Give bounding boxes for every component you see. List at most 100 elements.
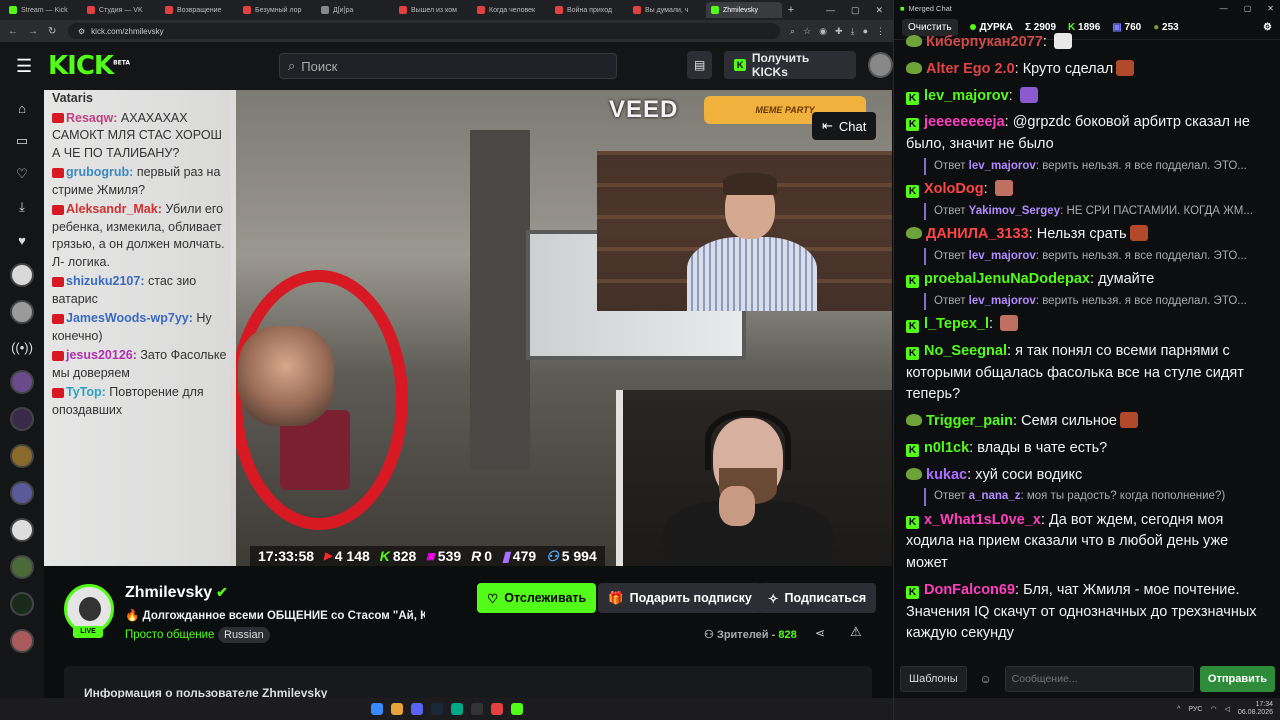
browse-icon[interactable]: ▭ xyxy=(16,131,28,151)
browser-tab[interactable]: Студия — VK xyxy=(82,2,158,18)
chrome-icon[interactable] xyxy=(390,703,403,715)
chat-username[interactable]: XoloDog xyxy=(924,181,984,197)
reply-quote[interactable]: Ответ lev_majorov: верить нельзя. я все … xyxy=(924,157,1264,175)
following-heart-icon[interactable]: ♡ xyxy=(16,164,28,184)
download-icon[interactable]: ⤓ xyxy=(851,26,855,37)
language-tag[interactable]: Russian xyxy=(218,627,270,643)
chat-username[interactable]: x_What1sL0ve_x xyxy=(924,512,1041,528)
browser-tab[interactable]: Вышел из ком xyxy=(394,2,470,18)
extension-icon[interactable]: ◉ xyxy=(819,26,827,37)
clips-icon[interactable]: ⤓ xyxy=(19,197,25,217)
new-tab-button[interactable]: + xyxy=(784,4,798,16)
close-icon[interactable]: ✕ xyxy=(1267,4,1274,13)
recommended-channel-avatar[interactable] xyxy=(10,407,34,431)
volume-icon[interactable]: ◁ xyxy=(1225,705,1230,713)
browser-tab[interactable]: Когда человек xyxy=(472,2,548,18)
get-kicks-button[interactable]: K Получить KICKs xyxy=(724,51,856,79)
recommended-channel-avatar[interactable] xyxy=(10,481,34,505)
bookmark-star-icon[interactable]: ☆ xyxy=(803,26,811,37)
close-icon[interactable]: ✕ xyxy=(875,5,883,16)
share-icon[interactable]: ⋖ xyxy=(815,626,825,640)
maximize-icon[interactable]: ▢ xyxy=(851,5,860,16)
chat-username[interactable]: proebalJenuNaDodepax xyxy=(924,271,1090,287)
site-info-icon[interactable]: ⚙ xyxy=(78,27,85,36)
steam-icon[interactable] xyxy=(430,703,443,715)
chat-username[interactable]: lev_majorov xyxy=(924,88,1009,104)
home-icon[interactable]: ⌂ xyxy=(18,98,26,118)
merged-chat-messages[interactable]: Киберпукан2077: Alter Ego 2.0: Круто сде… xyxy=(894,32,1280,662)
user-avatar[interactable] xyxy=(867,52,893,78)
discord-icon[interactable] xyxy=(410,703,423,715)
recommended-channel-avatar[interactable] xyxy=(10,444,34,468)
browser-tab[interactable]: Stream — Kick xyxy=(4,2,80,18)
recommended-channel-avatar[interactable] xyxy=(10,555,34,579)
chat-username[interactable]: DonFalcon69 xyxy=(924,582,1015,598)
url-field[interactable]: ⚙ kick.com/zhmilevsky xyxy=(68,23,781,39)
browser-tab[interactable]: Д[и]ра xyxy=(316,2,392,18)
chat-username[interactable]: l_Tepex_l xyxy=(924,316,989,332)
reply-quote[interactable]: Ответ lev_majorov: верить нельзя. я все … xyxy=(924,292,1264,310)
follow-button[interactable]: ♡ Отслеживать xyxy=(477,583,597,613)
recommended-channel-avatar[interactable] xyxy=(10,592,34,616)
wifi-icon[interactable]: ◠ xyxy=(1210,705,1216,713)
system-clock[interactable]: 17:34 06.08.2026 xyxy=(1238,701,1273,716)
video-player[interactable]: VEED MEME PARTY ⇤ Chat Vataris Resaqw: АХ… xyxy=(44,90,892,566)
message-input[interactable] xyxy=(1004,666,1194,692)
browser-tab[interactable]: Война приход xyxy=(550,2,626,18)
gift-sub-button[interactable]: 🎁 Подарить подписку xyxy=(598,583,762,613)
hamburger-menu-icon[interactable]: ☰ xyxy=(16,56,48,77)
chat-username[interactable]: ДАНИЛА_3133 xyxy=(926,226,1029,242)
reply-quote[interactable]: Ответ Yakimov_Sergey: НЕ СРИ ПАСТАМИИ. К… xyxy=(924,202,1264,220)
browser-tab[interactable]: Вы думали, ч xyxy=(628,2,704,18)
followed-channel-avatar[interactable] xyxy=(10,263,34,287)
followed-heart-icon[interactable]: ♥ xyxy=(18,230,26,250)
zoom-icon[interactable]: ⌕ xyxy=(790,26,795,37)
chat-username[interactable]: No_Seegnal xyxy=(924,343,1007,359)
back-icon[interactable]: ← xyxy=(8,26,18,37)
maximize-icon[interactable]: ▢ xyxy=(1244,4,1252,13)
app-icon[interactable] xyxy=(490,703,503,715)
stream-category-link[interactable]: Просто общение xyxy=(125,629,214,641)
browser-tab[interactable]: Безумный лор xyxy=(238,2,314,18)
chevron-up-icon[interactable]: ^ xyxy=(1177,706,1180,713)
browser-tab[interactable]: Zhmilevsky xyxy=(706,2,782,18)
chat-username[interactable]: kukac xyxy=(926,467,967,483)
send-button[interactable]: Отправить xyxy=(1199,666,1275,692)
emoji-smile-icon[interactable]: ☺ xyxy=(973,666,999,692)
report-warning-icon[interactable]: ⚠ xyxy=(850,624,862,640)
windows-start-icon[interactable] xyxy=(370,703,383,715)
language-indicator[interactable]: РУС xyxy=(1188,706,1202,713)
puzzle-icon[interactable]: ✚ xyxy=(835,26,843,37)
recommended-channel-avatar[interactable] xyxy=(10,629,34,653)
templates-button[interactable]: Шаблоны xyxy=(900,666,967,692)
minimize-icon[interactable]: — xyxy=(1220,4,1228,13)
chat-username[interactable]: Trigger_pain xyxy=(926,413,1013,429)
reply-quote[interactable]: Ответ lev_majorov: верить нельзя. я все … xyxy=(924,247,1264,265)
chat-username[interactable]: jeeeeeeeeja xyxy=(924,114,1005,130)
twitch-viewers: ▮ 479 xyxy=(502,548,536,565)
channel-name[interactable]: Zhmilevsky ✔ xyxy=(125,584,228,602)
search-input[interactable]: ⌕ Поиск xyxy=(279,53,617,79)
chat-toggle-button[interactable]: ⇤ Chat xyxy=(812,112,877,140)
recommended-channel-avatar[interactable] xyxy=(10,518,34,542)
obs-icon[interactable] xyxy=(470,703,483,715)
reload-icon[interactable]: ↻ xyxy=(48,26,58,37)
app-icon[interactable] xyxy=(450,703,463,715)
profile-icon[interactable]: ● xyxy=(863,26,868,37)
minimize-icon[interactable]: — xyxy=(826,5,835,16)
live-signal-icon[interactable]: ((•)) xyxy=(11,337,33,357)
chat-username[interactable]: n0l1ck xyxy=(924,440,969,456)
subscribe-button[interactable]: ✧ Подписаться xyxy=(758,583,877,613)
kick-logo[interactable]: KICKBETA xyxy=(48,51,130,81)
app-icon[interactable] xyxy=(510,703,523,715)
recommended-channel-avatar[interactable] xyxy=(10,370,34,394)
menu-dots-icon[interactable]: ⋮ xyxy=(876,26,885,37)
browser-tab[interactable]: Возвращение xyxy=(160,2,236,18)
reply-quote[interactable]: Ответ a_nana_z: моя ты радость? когда по… xyxy=(924,488,1264,506)
forward-icon[interactable]: → xyxy=(28,26,38,37)
store-button[interactable]: ▤ xyxy=(687,51,713,79)
total-count: 5 994 xyxy=(561,548,597,564)
chat-username[interactable]: Киберпукан2077 xyxy=(926,34,1043,50)
chat-username[interactable]: Alter Ego 2.0 xyxy=(926,61,1015,77)
followed-channel-avatar[interactable] xyxy=(10,300,34,324)
